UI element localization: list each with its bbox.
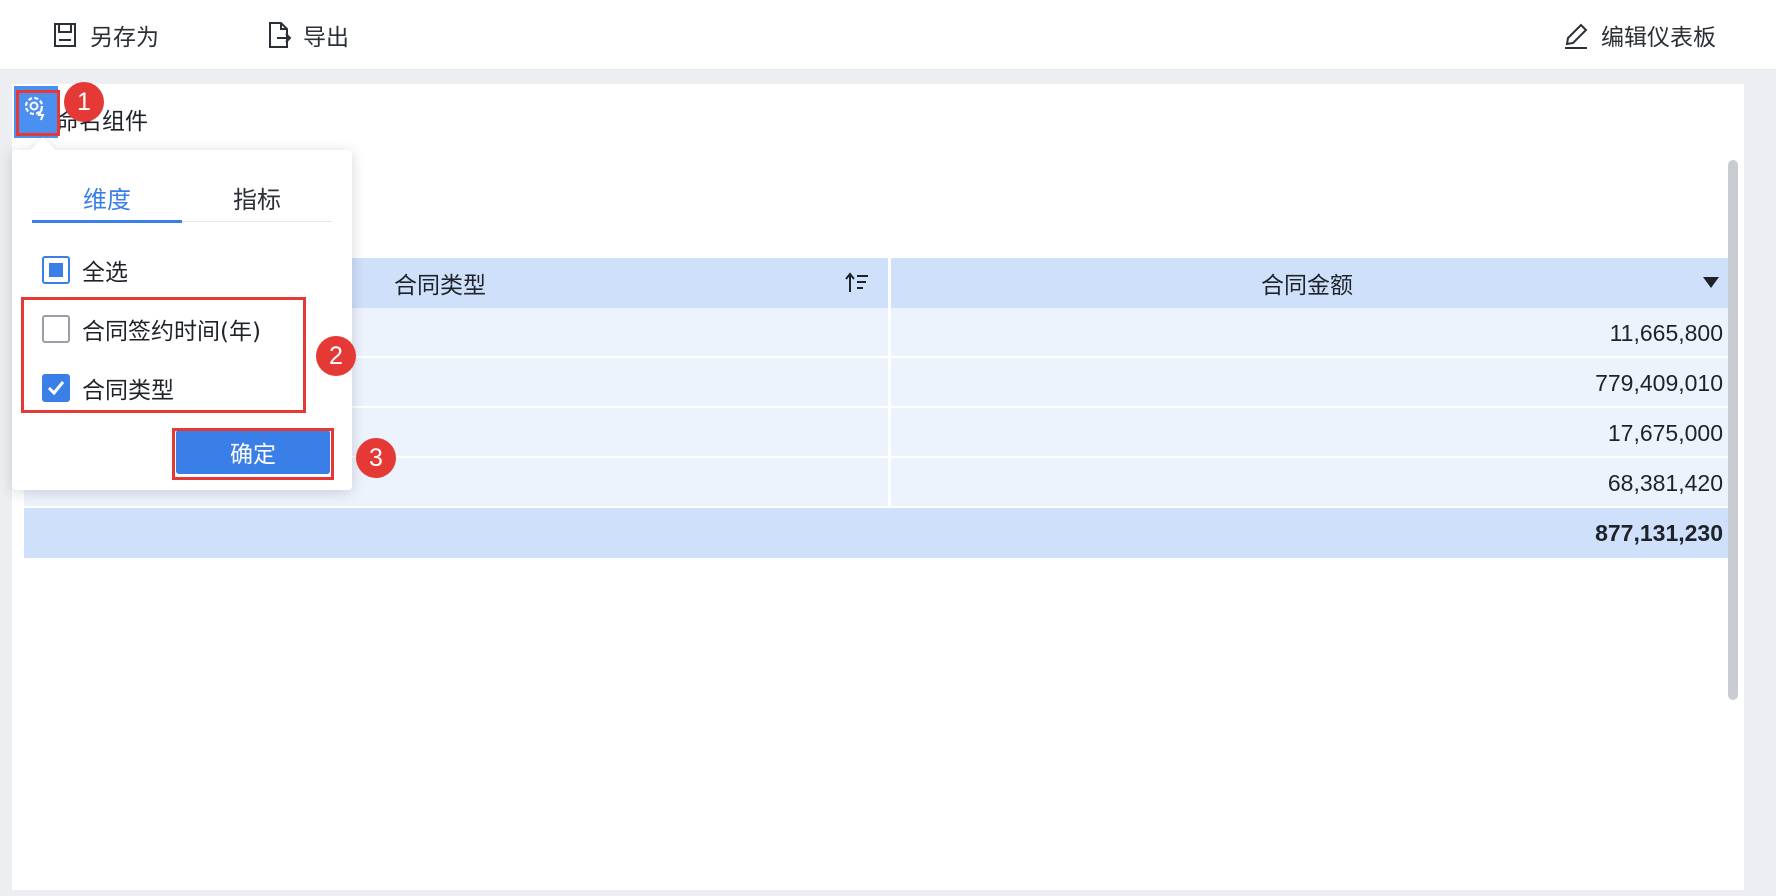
sign-year-checkbox[interactable] — [42, 315, 70, 343]
cell-amount: 68,381,420 — [1607, 469, 1723, 496]
option-contract-type[interactable]: 合同类型 — [42, 370, 174, 406]
select-all-option[interactable]: 全选 — [42, 252, 128, 288]
total-label-cell — [24, 508, 891, 558]
select-all-checkbox[interactable] — [42, 256, 70, 284]
export-icon — [263, 20, 293, 50]
tab-metric[interactable]: 指标 — [182, 172, 332, 222]
option-sign-year[interactable]: 合同签约时间(年) — [42, 311, 261, 347]
select-all-label: 全选 — [82, 260, 128, 286]
step-badge-3: 3 — [356, 438, 396, 478]
save-as-button[interactable]: 另存为 — [50, 0, 159, 70]
column-header-type-label: 合同类型 — [394, 272, 486, 298]
column-header-amount[interactable]: 合同金额 — [891, 258, 1735, 308]
tab-dimension[interactable]: 维度 — [32, 172, 182, 223]
component-settings-button[interactable] — [14, 86, 58, 138]
dropdown-icon[interactable] — [1703, 277, 1719, 288]
contract-type-checkbox[interactable] — [42, 374, 70, 402]
export-label: 导出 — [303, 25, 349, 51]
sort-icon[interactable] — [844, 271, 870, 295]
option-sign-year-label: 合同签约时间(年) — [82, 319, 261, 345]
gear-icon — [24, 96, 45, 121]
top-toolbar: 另存为 导出 编辑仪表板 — [0, 0, 1776, 70]
export-button[interactable]: 导出 — [263, 0, 349, 70]
cell-amount: 17,675,000 — [1607, 419, 1723, 446]
edit-dashboard-button[interactable]: 编辑仪表板 — [1561, 0, 1716, 70]
save-icon — [50, 20, 80, 50]
save-as-label: 另存为 — [90, 25, 159, 51]
field-selector-popup: 维度 指标 全选 合同签约时间(年) 合同类型 确定 — [12, 137, 352, 490]
step-badge-2: 2 — [316, 336, 356, 376]
column-header-amount-label: 合同金额 — [1261, 272, 1353, 298]
vertical-scrollbar[interactable] — [1728, 160, 1738, 700]
check-icon — [47, 381, 65, 396]
popup-tabs: 维度 指标 — [32, 172, 332, 223]
table-total-row: 877,131,230 — [24, 508, 1735, 558]
cell-amount: 779,409,010 — [1595, 369, 1723, 396]
confirm-button[interactable]: 确定 — [176, 430, 330, 474]
edit-dashboard-label: 编辑仪表板 — [1601, 25, 1716, 51]
total-amount: 877,131,230 — [1595, 519, 1723, 546]
cell-amount: 11,665,800 — [1609, 319, 1723, 346]
step-badge-1: 1 — [64, 82, 104, 122]
option-contract-type-label: 合同类型 — [82, 378, 174, 404]
pencil-icon — [1561, 20, 1591, 50]
